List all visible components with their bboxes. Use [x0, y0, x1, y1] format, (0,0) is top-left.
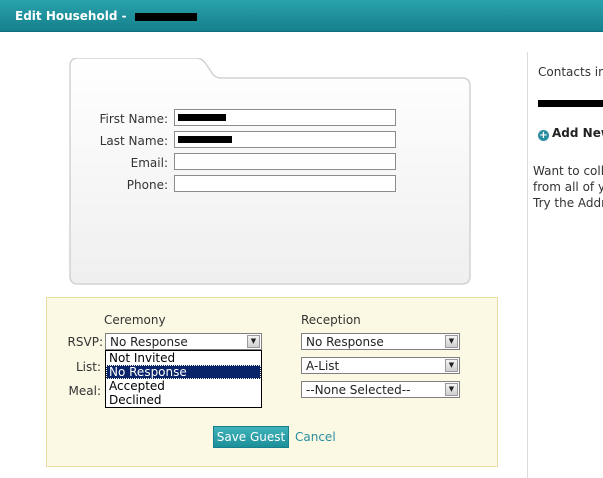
reception-list-select[interactable]: A-List ▼	[301, 357, 460, 374]
chevron-down-icon[interactable]: ▼	[445, 335, 458, 348]
redacted-value	[178, 136, 232, 143]
chevron-down-icon[interactable]: ▼	[247, 335, 260, 348]
page-title: Edit Household -	[15, 9, 131, 23]
contacts-sidebar: Contacts in +Add New Want to colle from …	[527, 52, 603, 478]
contacts-label: Contacts in	[538, 65, 603, 79]
first-name-field[interactable]	[174, 109, 396, 126]
rsvp-option-declined[interactable]: Declined	[106, 393, 261, 407]
phone-label: Phone:	[126, 178, 168, 192]
first-name-label: First Name:	[99, 112, 168, 126]
reception-list-value: A-List	[306, 359, 340, 373]
reception-meal-value: --None Selected--	[306, 383, 411, 397]
last-name-label: Last Name:	[99, 134, 168, 148]
save-guest-button[interactable]: Save Guest	[213, 426, 289, 448]
phone-row: Phone:	[68, 175, 472, 195]
chevron-down-icon[interactable]: ▼	[445, 359, 458, 372]
rsvp-option-not-invited[interactable]: Not Invited	[106, 351, 261, 365]
reception-rsvp-select[interactable]: No Response ▼	[301, 333, 460, 350]
reception-heading: Reception	[301, 313, 361, 327]
rsvp-label: RSVP:	[67, 335, 103, 349]
email-row: Email:	[68, 153, 472, 173]
last-name-row: Last Name:	[68, 131, 472, 151]
event-panel: Ceremony Reception RSVP: List: Meal: No …	[46, 297, 498, 467]
help-text-line: Try the Addr	[533, 196, 603, 210]
reception-meal-select[interactable]: --None Selected-- ▼	[301, 381, 460, 398]
ceremony-rsvp-select[interactable]: No Response ▼	[105, 333, 262, 350]
help-text-line: from all of yo	[533, 180, 603, 194]
rsvp-option-no-response[interactable]: No Response	[106, 365, 261, 379]
redacted-value	[178, 114, 226, 121]
ceremony-rsvp-value: No Response	[110, 335, 188, 349]
redacted-contact	[538, 100, 603, 107]
cancel-link[interactable]: Cancel	[295, 430, 336, 444]
ceremony-heading: Ceremony	[104, 313, 166, 327]
email-label: Email:	[130, 156, 168, 170]
redacted-household-name	[134, 12, 197, 21]
first-name-row: First Name:	[68, 109, 472, 129]
reception-rsvp-value: No Response	[306, 335, 384, 349]
contact-form-card: First Name: Last Name: Email: Phone:	[68, 58, 472, 286]
phone-field[interactable]	[174, 175, 396, 192]
last-name-field[interactable]	[174, 131, 396, 148]
list-label: List:	[75, 360, 101, 374]
add-new-link[interactable]: +Add New	[538, 126, 603, 141]
add-new-label: Add New	[552, 126, 603, 140]
ceremony-rsvp-dropdown: Not Invited No Response Accepted Decline…	[105, 350, 262, 408]
email-field[interactable]	[174, 153, 396, 170]
meal-label: Meal:	[68, 384, 101, 398]
window-titlebar: Edit Household -	[0, 0, 603, 32]
chevron-down-icon[interactable]: ▼	[445, 383, 458, 396]
plus-circle-icon: +	[538, 130, 549, 141]
rsvp-option-accepted[interactable]: Accepted	[106, 379, 261, 393]
help-text-line: Want to colle	[533, 164, 603, 178]
